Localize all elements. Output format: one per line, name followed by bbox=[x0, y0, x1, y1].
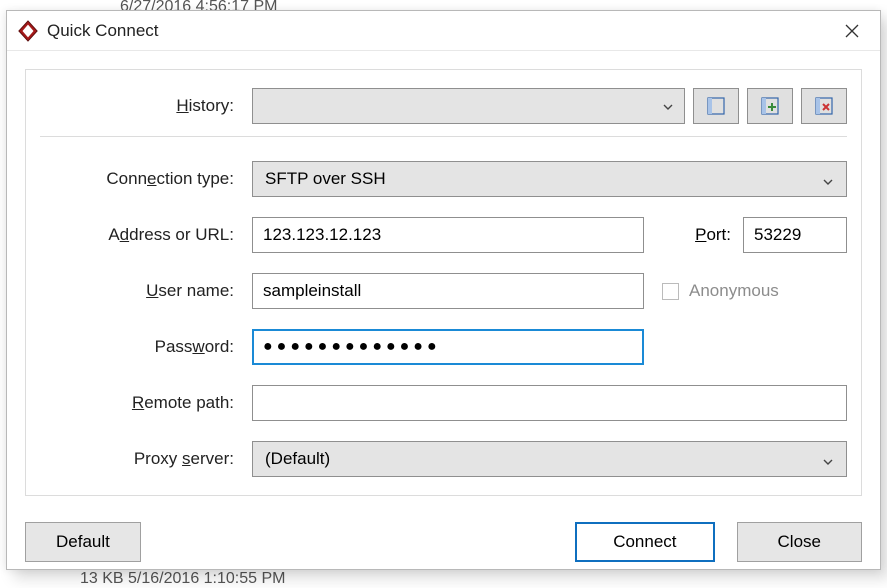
anonymous-checkbox[interactable] bbox=[662, 283, 679, 300]
panel-add-icon bbox=[761, 97, 779, 115]
chevron-down-icon bbox=[822, 453, 834, 465]
anonymous-checkbox-group: Anonymous bbox=[662, 281, 779, 301]
remote-path-label: Remote path: bbox=[40, 393, 252, 413]
chevron-down-icon bbox=[662, 100, 674, 112]
proxy-select[interactable]: (Default) bbox=[252, 441, 847, 477]
connection-type-label: Connection type: bbox=[40, 169, 252, 189]
history-label: History: bbox=[40, 96, 252, 116]
anonymous-label: Anonymous bbox=[689, 281, 779, 301]
connection-type-select[interactable]: SFTP over SSH bbox=[252, 161, 847, 197]
background-text-bottom: 13 KB 5/16/2016 1:10:55 PM bbox=[80, 570, 285, 588]
close-icon bbox=[845, 24, 859, 38]
proxy-value: (Default) bbox=[265, 449, 822, 469]
panel-icon bbox=[707, 97, 725, 115]
quick-connect-dialog: Quick Connect History: bbox=[6, 10, 881, 570]
form-panel: History: Connection type: SFTP ove bbox=[25, 69, 862, 496]
proxy-row: Proxy server: (Default) bbox=[40, 441, 847, 477]
titlebar: Quick Connect bbox=[7, 11, 880, 51]
password-row: Password: bbox=[40, 329, 847, 365]
history-row: History: bbox=[40, 88, 847, 124]
proxy-label: Proxy server: bbox=[40, 449, 252, 469]
password-input[interactable] bbox=[252, 329, 644, 365]
close-button[interactable] bbox=[832, 16, 872, 46]
address-label: Address or URL: bbox=[40, 225, 252, 245]
window-title: Quick Connect bbox=[47, 21, 159, 41]
connect-button[interactable]: Connect bbox=[575, 522, 714, 562]
password-label: Password: bbox=[40, 337, 252, 357]
connection-type-row: Connection type: SFTP over SSH bbox=[40, 161, 847, 197]
dialog-footer: Default Connect Close bbox=[7, 508, 880, 562]
remote-path-input[interactable] bbox=[252, 385, 847, 421]
username-label: User name: bbox=[40, 281, 252, 301]
username-input[interactable] bbox=[252, 273, 644, 309]
app-icon bbox=[17, 20, 39, 42]
history-remove-button[interactable] bbox=[801, 88, 847, 124]
history-config-button[interactable] bbox=[693, 88, 739, 124]
default-button[interactable]: Default bbox=[25, 522, 141, 562]
close-dialog-button[interactable]: Close bbox=[737, 522, 862, 562]
port-input[interactable] bbox=[743, 217, 847, 253]
address-input[interactable] bbox=[252, 217, 644, 253]
remote-path-row: Remote path: bbox=[40, 385, 847, 421]
history-add-button[interactable] bbox=[747, 88, 793, 124]
username-row: User name: Anonymous bbox=[40, 273, 847, 309]
connection-type-value: SFTP over SSH bbox=[265, 169, 822, 189]
history-combobox[interactable] bbox=[252, 88, 685, 124]
divider bbox=[40, 136, 847, 137]
address-row: Address or URL: Port: bbox=[40, 217, 847, 253]
panel-remove-icon bbox=[815, 97, 833, 115]
port-label: Port: bbox=[695, 225, 731, 245]
chevron-down-icon bbox=[822, 173, 834, 185]
